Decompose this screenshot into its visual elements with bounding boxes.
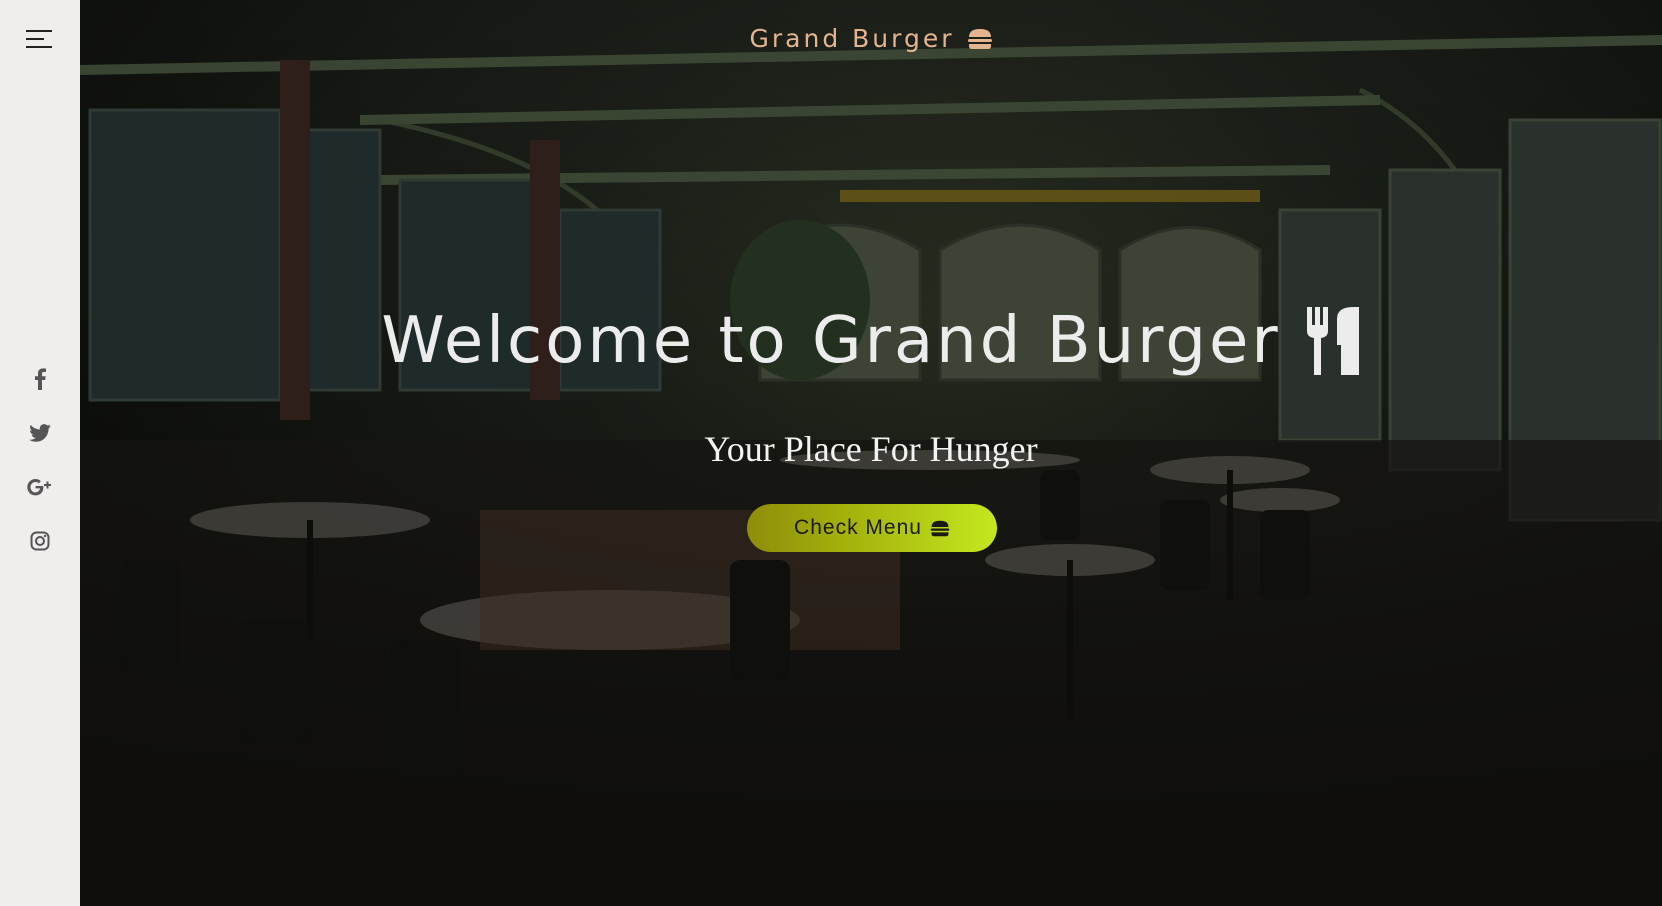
twitter-icon [29,424,51,442]
hamburger-menu-icon[interactable] [26,28,54,50]
cutlery-icon [1305,305,1361,377]
facebook-icon [34,368,46,390]
twitter-link[interactable] [0,406,80,460]
google-plus-link[interactable] [0,460,80,514]
hero-subtitle: Your Place For Hunger [704,429,1038,469]
burger-icon [930,520,950,537]
check-menu-button[interactable]: Check Menu [747,504,997,552]
sidebar [0,0,80,906]
brand-logo[interactable]: Grand Burger [80,24,1662,53]
hero-headline: Welcome to Grand Burger [80,304,1662,378]
facebook-link[interactable] [0,352,80,406]
burger-icon [967,28,993,50]
instagram-link[interactable] [0,514,80,568]
google-plus-icon [27,478,53,496]
page: Grand Burger Welcome to Grand Burger You… [0,0,1662,906]
hero-title: Welcome to Grand Burger [381,304,1281,378]
social-links [0,352,80,568]
hero-section: Grand Burger Welcome to Grand Burger You… [80,0,1662,906]
brand-name: Grand Burger [749,24,955,53]
instagram-icon [30,531,50,551]
check-menu-label: Check Menu [794,516,922,539]
